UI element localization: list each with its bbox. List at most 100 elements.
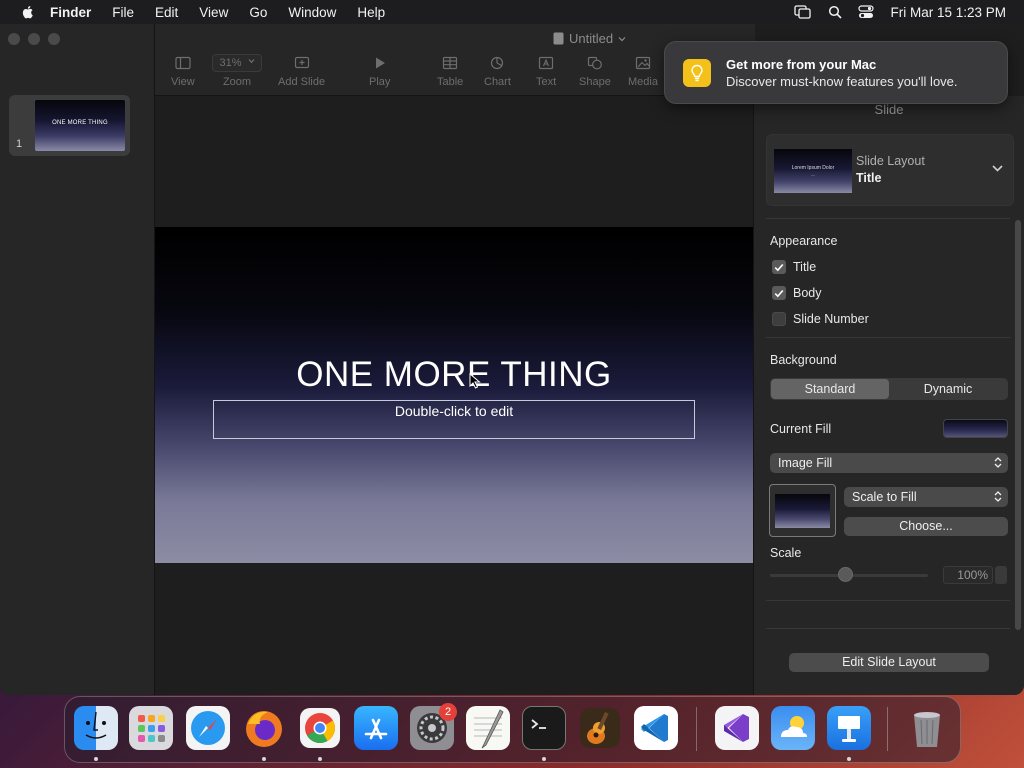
table-label: Table (437, 76, 464, 88)
apple-menu-icon[interactable] (20, 4, 36, 20)
divider (766, 628, 1010, 629)
background-segmented-control[interactable]: Standard Dynamic (770, 378, 1008, 400)
slide-body-placeholder[interactable]: Double-click to edit (213, 400, 695, 439)
mouse-cursor-icon (469, 373, 481, 389)
spotlight-search-icon[interactable] (828, 5, 843, 19)
fill-type-popup[interactable]: Image Fill (770, 453, 1008, 473)
checkmark-icon (774, 289, 784, 297)
media-icon (635, 56, 651, 70)
add-slide-button[interactable]: Add Slide (278, 55, 325, 88)
minimize-window-button[interactable] (28, 33, 40, 45)
scale-slider-knob[interactable] (838, 567, 853, 582)
menu-file[interactable]: File (112, 5, 134, 20)
notification-banner[interactable]: Get more from your Mac Discover must-kno… (664, 41, 1008, 104)
title-checkbox-row[interactable]: Title (772, 260, 816, 274)
zoom-select[interactable]: 31% (212, 54, 262, 72)
chevron-down-icon[interactable] (992, 165, 1003, 172)
segment-standard[interactable]: Standard (771, 379, 889, 399)
scale-stepper[interactable] (995, 566, 1007, 584)
body-checkbox[interactable] (772, 286, 786, 300)
menu-view[interactable]: View (199, 5, 228, 20)
zoom-control[interactable]: 31% Zoom (212, 54, 262, 88)
background-image-well[interactable] (769, 484, 836, 537)
slide-layout-picker[interactable]: Lorem Ipsum Dolor — Slide Layout Title (766, 134, 1014, 206)
launchpad-icon[interactable] (129, 706, 173, 750)
weather-icon[interactable] (771, 706, 815, 750)
media-button[interactable]: Media (628, 55, 658, 88)
terminal-icon[interactable] (522, 706, 566, 750)
scale-mode-value: Scale to Fill (852, 490, 917, 504)
text-box-icon (538, 56, 554, 70)
slide-title[interactable]: ONE MORE THING (155, 355, 753, 395)
play-button[interactable]: Play (369, 55, 390, 88)
divider (766, 218, 1010, 219)
menu-go[interactable]: Go (249, 5, 267, 20)
view-button[interactable]: View (171, 55, 195, 88)
keynote-icon[interactable] (827, 706, 871, 750)
media-label: Media (628, 76, 658, 88)
layout-thumbnail-title: Lorem Ipsum Dolor (791, 165, 835, 171)
chevron-down-icon (248, 58, 254, 63)
chrome-running-indicator (318, 757, 322, 761)
slide[interactable]: ONE MORE THING Double-click to edit (155, 227, 753, 563)
edit-slide-layout-button[interactable]: Edit Slide Layout (789, 653, 989, 672)
app-store-icon[interactable] (354, 706, 398, 750)
add-slide-label: Add Slide (278, 76, 326, 88)
garageband-icon[interactable] (578, 706, 622, 750)
slide-canvas[interactable]: ONE MORE THING Double-click to edit (155, 96, 753, 695)
dock-separator (696, 707, 697, 751)
background-heading: Background (770, 353, 837, 367)
fill-type-value: Image Fill (778, 456, 833, 470)
shape-icon (587, 56, 602, 70)
safari-icon[interactable] (186, 706, 230, 750)
menu-edit[interactable]: Edit (155, 5, 178, 20)
visual-studio-icon[interactable] (715, 706, 759, 750)
scale-mode-popup[interactable]: Scale to Fill (844, 487, 1008, 507)
menu-help[interactable]: Help (357, 5, 385, 20)
slide-thumbnail-title: ONE MORE THING (52, 119, 108, 126)
shape-label: Shape (579, 76, 611, 88)
segment-dynamic[interactable]: Dynamic (889, 379, 1007, 399)
close-window-button[interactable] (8, 33, 20, 45)
firefox-icon[interactable] (242, 706, 286, 750)
table-button[interactable]: Table (437, 55, 463, 88)
current-fill-swatch[interactable] (943, 419, 1008, 438)
chrome-icon[interactable] (298, 706, 342, 750)
updown-chevron-icon (994, 491, 1002, 502)
shape-button[interactable]: Shape (579, 55, 611, 88)
notification-body: Discover must-know features you'll love. (726, 74, 958, 89)
slide-layout-label: Slide Layout (856, 154, 925, 168)
slide-number-checkbox-row[interactable]: Slide Number (772, 312, 869, 326)
body-checkbox-row[interactable]: Body (772, 286, 822, 300)
menu-window[interactable]: Window (288, 5, 336, 20)
title-checkbox[interactable] (772, 260, 786, 274)
text-button[interactable]: Text (536, 55, 556, 88)
current-fill-label: Current Fill (770, 422, 832, 436)
document-title[interactable]: Untitled (553, 31, 626, 46)
chart-button[interactable]: Chart (484, 55, 511, 88)
view-button-label: View (171, 76, 195, 88)
slide-number-checkbox[interactable] (772, 312, 786, 326)
choose-image-button[interactable]: Choose... (844, 517, 1008, 536)
keynote-running-indicator (847, 757, 851, 761)
slide-thumbnail[interactable]: ONE MORE THING (35, 100, 125, 151)
divider (766, 600, 1010, 601)
terminal-running-indicator (542, 757, 546, 761)
menu-app-name[interactable]: Finder (50, 5, 91, 20)
divider (766, 337, 1010, 338)
scale-value-field[interactable]: 100% (943, 566, 993, 584)
dock (64, 696, 961, 763)
menu-clock[interactable]: Fri Mar 15 1:23 PM (890, 5, 1006, 20)
inspector-scrollbar[interactable] (1015, 220, 1021, 630)
screen-mirroring-icon[interactable] (794, 5, 812, 19)
vscode-icon[interactable] (634, 706, 678, 750)
control-center-icon[interactable] (858, 5, 875, 19)
trash-icon[interactable] (905, 706, 949, 750)
inspector-tab-slide[interactable]: Slide (754, 102, 1024, 117)
document-title-text: Untitled (569, 31, 614, 46)
zoom-value: 31% (219, 57, 242, 69)
textedit-icon[interactable] (466, 706, 510, 750)
zoom-window-button[interactable] (48, 33, 60, 45)
sidebar-icon (175, 56, 191, 70)
finder-icon[interactable] (74, 706, 118, 750)
